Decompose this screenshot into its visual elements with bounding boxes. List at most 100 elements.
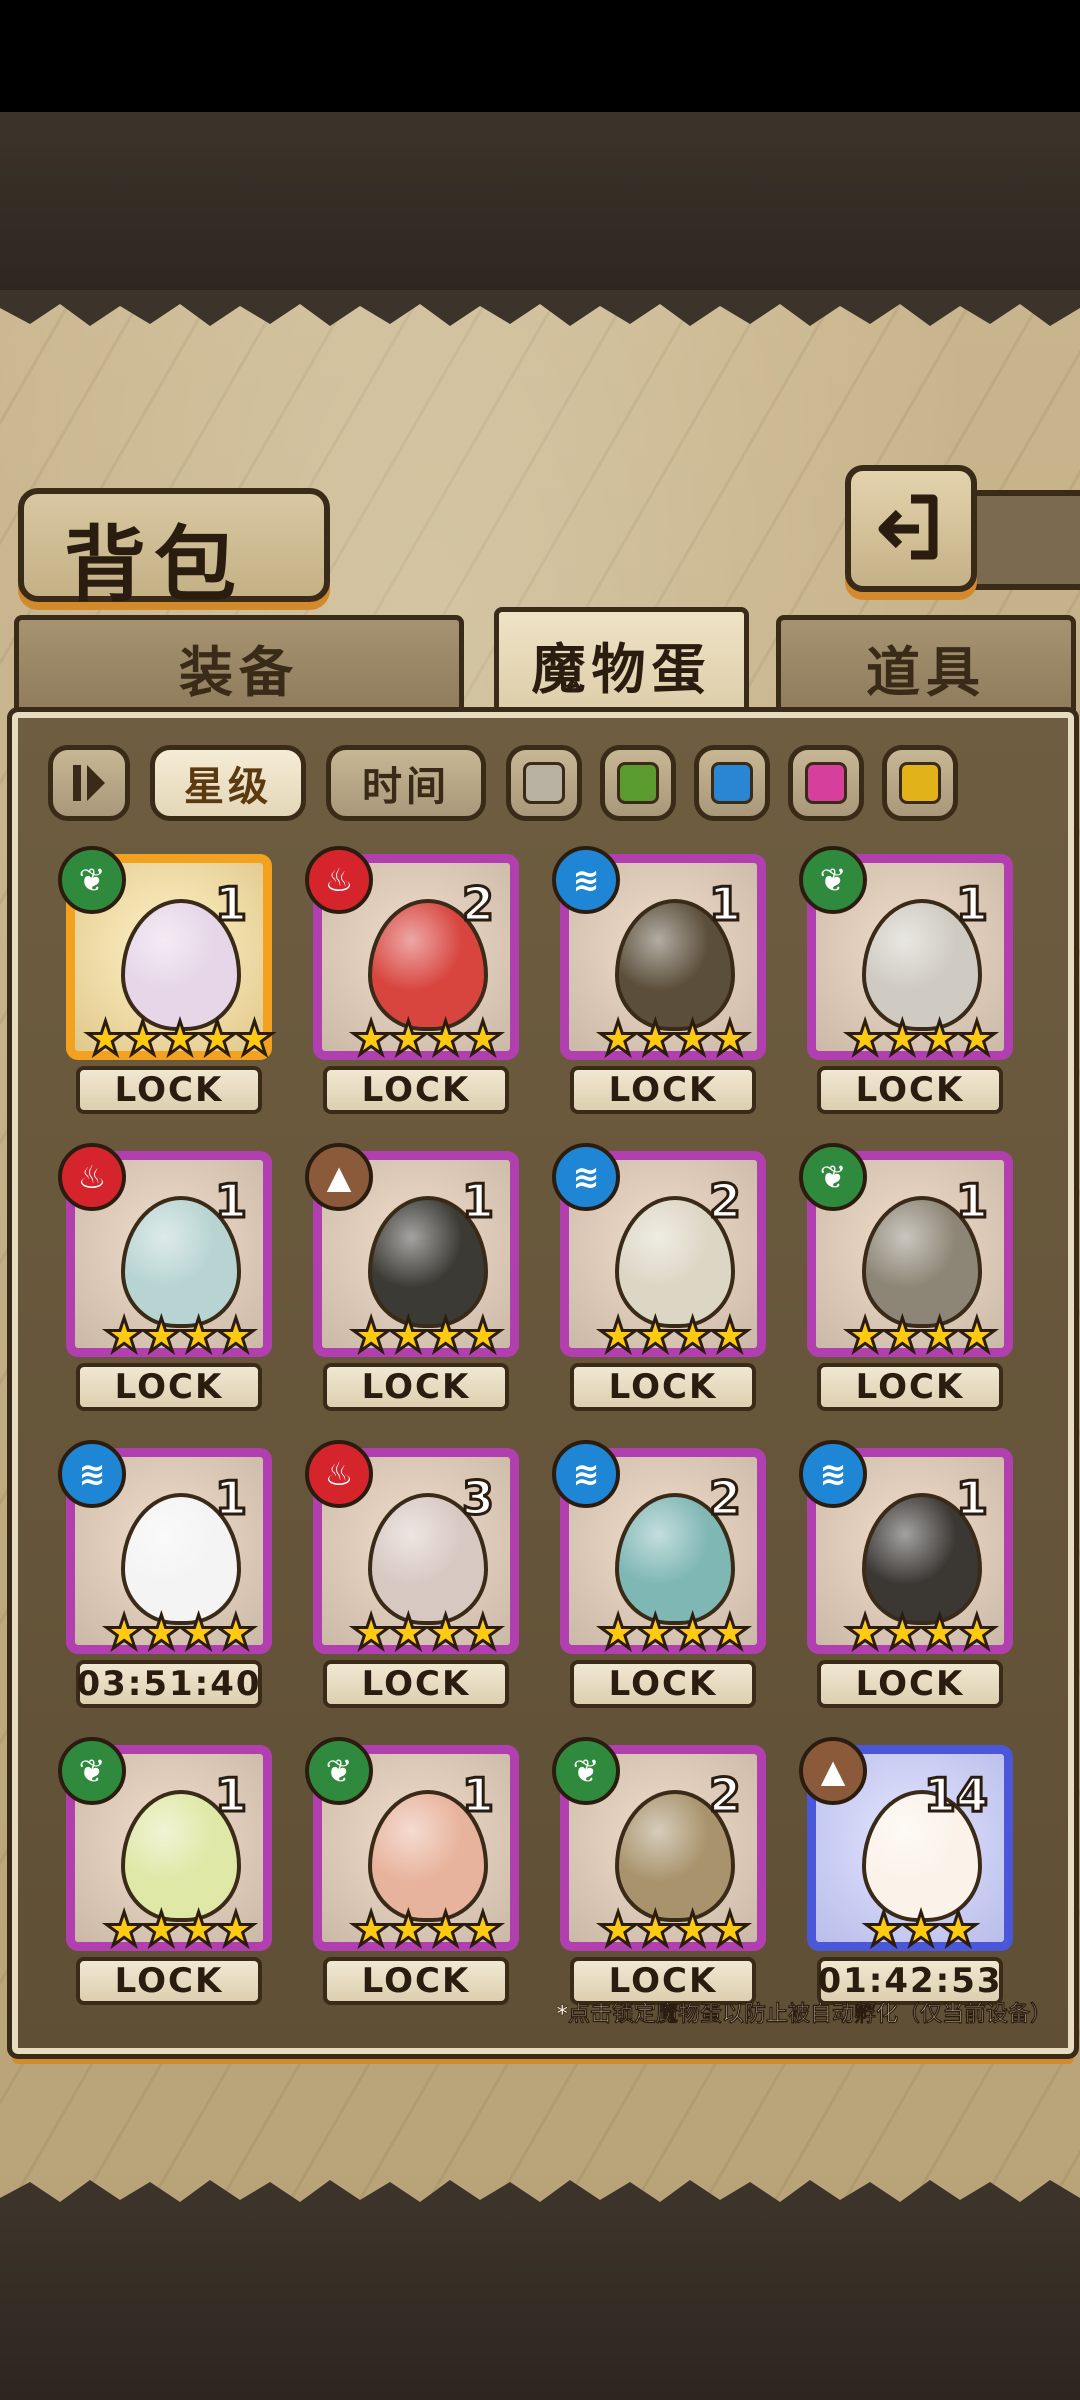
tab-monster-eggs-label: 魔物蛋 (531, 638, 712, 701)
lock-button[interactable]: LOCK (76, 1066, 262, 1114)
egg-count: 1 (954, 1173, 989, 1230)
bottom-torn-edge (0, 2180, 1080, 2216)
lock-button[interactable]: LOCK (323, 1363, 509, 1411)
filter-green-button[interactable] (600, 745, 676, 821)
star-rating: ★★★★★ (83, 1011, 276, 1065)
egg-card[interactable]: 1 ★★★★ ≋ 03:51:40 (58, 1440, 272, 1712)
star-rating: ★★★★ (596, 1011, 752, 1065)
filter-gray-swatch (523, 762, 565, 804)
star-rating: ★★★★ (843, 1308, 999, 1362)
sort-by-time-button[interactable]: 时间 (326, 745, 486, 821)
egg-count: 2 (707, 1173, 742, 1230)
lock-button[interactable]: LOCK (323, 1660, 509, 1708)
page-title: 背包 (18, 488, 330, 613)
leaf-element-icon: ❦ (58, 846, 126, 914)
tab-equipment-label: 装备 (179, 641, 299, 704)
egg-card[interactable]: 2 ★★★★ ♨ LOCK (305, 846, 519, 1118)
filter-gray-button[interactable] (506, 745, 582, 821)
lock-hint: *点击锁定魔物蛋以防止被自动孵化（仅当前设备） (556, 2002, 1052, 2028)
leaf-element-icon: ❦ (552, 1737, 620, 1805)
egg-count: 1 (460, 1767, 495, 1824)
star-rating: ★★★★ (349, 1605, 505, 1659)
lock-button[interactable]: LOCK (817, 1660, 1003, 1708)
egg-count: 1 (213, 1173, 248, 1230)
tab-monster-eggs[interactable]: 魔物蛋 (494, 607, 749, 717)
sort-toggle-icon (73, 765, 105, 801)
lock-button[interactable]: LOCK (570, 1660, 756, 1708)
egg-card[interactable]: 3 ★★★★ ♨ LOCK (305, 1440, 519, 1712)
lock-button[interactable]: LOCK (76, 1957, 262, 2005)
sort-order-button[interactable] (48, 745, 130, 821)
egg-card[interactable]: 2 ★★★★ ❦ LOCK (552, 1737, 766, 2009)
back-arrow-icon (878, 494, 938, 559)
tab-items-label: 道具 (866, 641, 986, 704)
egg-count: 14 (922, 1767, 989, 1824)
page-title-text: 背包 (64, 518, 245, 613)
filter-blue-button[interactable] (694, 745, 770, 821)
star-rating: ★★★★ (596, 1308, 752, 1362)
leaf-element-icon: ❦ (305, 1737, 373, 1805)
star-rating: ★★★★ (102, 1605, 258, 1659)
sort-by-time-label: 时间 (362, 764, 450, 810)
filter-pink-swatch (805, 762, 847, 804)
egg-card[interactable]: 1 ★★★★ ❦ LOCK (305, 1737, 519, 2009)
star-rating: ★★★★ (843, 1011, 999, 1065)
earth-element-icon: ▲ (799, 1737, 867, 1805)
hatch-timer: 03:51:40 (76, 1660, 262, 1708)
filter-yellow-button[interactable] (882, 745, 958, 821)
lock-button[interactable]: LOCK (76, 1363, 262, 1411)
egg-count: 3 (460, 1470, 495, 1527)
star-rating: ★★★★ (349, 1011, 505, 1065)
egg-card[interactable]: 1 ★★★★ ❦ LOCK (799, 846, 1013, 1118)
egg-card[interactable]: 1 ★★★★ ❦ LOCK (58, 1737, 272, 2009)
egg-card[interactable]: 14 ★★★ ▲ 01:42:53 (799, 1737, 1013, 2009)
egg-count: 1 (460, 1173, 495, 1230)
egg-count: 1 (954, 876, 989, 933)
star-rating: ★★★ (862, 1902, 981, 1956)
egg-card[interactable]: 1 ★★★★ ❦ LOCK (799, 1143, 1013, 1415)
fire-element-icon: ♨ (305, 1440, 373, 1508)
tab-bar: 装备 魔物蛋 道具 (14, 607, 1076, 725)
lock-button[interactable]: LOCK (323, 1066, 509, 1114)
egg-card[interactable]: 1 ★★★★ ≋ LOCK (799, 1440, 1013, 1712)
egg-card[interactable]: 2 ★★★★ ≋ LOCK (552, 1440, 766, 1712)
egg-card[interactable]: 1 ★★★★ ▲ LOCK (305, 1143, 519, 1415)
tab-items[interactable]: 道具 (776, 615, 1076, 715)
lock-button[interactable]: LOCK (323, 1957, 509, 2005)
filter-pink-button[interactable] (788, 745, 864, 821)
star-rating: ★★★★ (596, 1902, 752, 1956)
lock-button[interactable]: LOCK (570, 1066, 756, 1114)
water-element-icon: ≋ (799, 1440, 867, 1508)
egg-card[interactable]: 1 ★★★★ ≋ LOCK (552, 846, 766, 1118)
leaf-element-icon: ❦ (799, 846, 867, 914)
top-band (0, 112, 1080, 302)
tab-equipment[interactable]: 装备 (14, 615, 464, 715)
sort-by-star-label: 星级 (184, 764, 272, 810)
leaf-element-icon: ❦ (799, 1143, 867, 1211)
water-element-icon: ≋ (552, 1440, 620, 1508)
star-rating: ★★★★ (349, 1308, 505, 1362)
water-element-icon: ≋ (58, 1440, 126, 1508)
back-button[interactable] (845, 465, 977, 592)
lock-button[interactable]: LOCK (817, 1066, 1003, 1114)
leaf-element-icon: ❦ (58, 1737, 126, 1805)
status-bar (0, 0, 1080, 112)
star-rating: ★★★★ (349, 1902, 505, 1956)
star-rating: ★★★★ (102, 1308, 258, 1362)
egg-count: 1 (707, 876, 742, 933)
filter-green-swatch (617, 762, 659, 804)
back-rail (965, 490, 1080, 590)
fire-element-icon: ♨ (305, 846, 373, 914)
egg-card[interactable]: 1 ★★★★ ♨ LOCK (58, 1143, 272, 1415)
earth-element-icon: ▲ (305, 1143, 373, 1211)
bottom-band (0, 2210, 1080, 2400)
sort-by-star-button[interactable]: 星级 (150, 745, 306, 821)
egg-card[interactable]: 2 ★★★★ ≋ LOCK (552, 1143, 766, 1415)
fire-element-icon: ♨ (58, 1143, 126, 1211)
egg-count: 1 (213, 876, 248, 933)
lock-button[interactable]: LOCK (570, 1363, 756, 1411)
water-element-icon: ≋ (552, 1143, 620, 1211)
lock-button[interactable]: LOCK (817, 1363, 1003, 1411)
egg-card[interactable]: 1 ★★★★★ ❦ LOCK (58, 846, 277, 1118)
egg-count: 2 (460, 876, 495, 933)
